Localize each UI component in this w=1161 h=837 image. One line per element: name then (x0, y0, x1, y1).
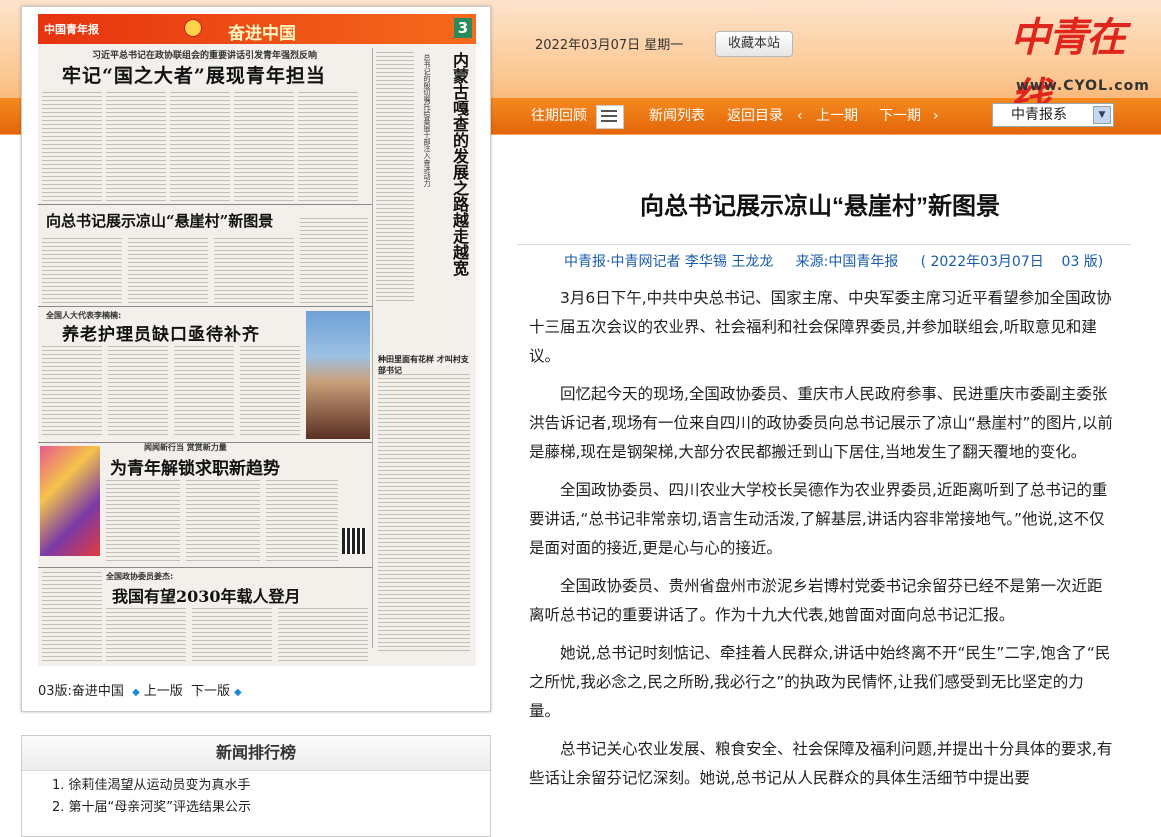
article-paragraph: 总书记关心农业发展、粮食安全、社会保障及福利问题,并提出十分具体的要求,有些话让… (529, 740, 1113, 787)
prev-page-link[interactable]: 上一版 (144, 684, 183, 699)
chevron-down-icon[interactable]: ▼ (1093, 106, 1111, 124)
text-column (300, 218, 368, 304)
article-paragraph: 全国政协委员、贵州省盘州市淤泥乡岩博村党委书记余留芬已经不是第一次近距离听总书记… (529, 577, 1103, 624)
divider (38, 204, 372, 205)
nav-next-issue[interactable]: 下一期 (879, 98, 921, 134)
current-page-label: 03版:奋进中国 (38, 684, 124, 699)
paper-headline-4[interactable]: 为青年解锁求职新趋势 (110, 454, 280, 479)
divider (372, 48, 373, 648)
chevron-right-icon: › (933, 108, 939, 124)
text-column (376, 52, 414, 302)
text-column (186, 480, 260, 564)
text-column (170, 92, 230, 202)
text-column (174, 346, 234, 438)
paper-headline-2[interactable]: 向总书记展示凉山“悬崖村”新图景 (46, 210, 273, 231)
text-column (192, 608, 272, 662)
emblem-icon (184, 19, 202, 37)
page-number: 3 (454, 18, 472, 38)
text-column (106, 92, 166, 202)
news-photo (306, 311, 370, 439)
paper-headline-3[interactable]: 养老护理员缺口亟待补齐 (62, 320, 260, 345)
ranking-title: 新闻排行榜 (22, 736, 490, 771)
newspaper-page-image[interactable]: 中国青年报 奋进中国 3 习近平总书记在政协联组会的重要讲话引发青年强烈反响 牢… (38, 14, 476, 666)
masthead-logo: 中国青年报 (44, 23, 99, 36)
nav-prev-issue[interactable]: 上一期 (816, 98, 858, 134)
text-column (106, 608, 186, 662)
nav-news-list[interactable]: 新闻列表 (649, 98, 705, 134)
select-value: 中青报系 (1011, 107, 1067, 123)
page-navigation: 03版:奋进中国 ◆ 上一版 下一版 ◆ (38, 680, 246, 699)
text-column (278, 608, 368, 662)
article-paragraph: 全国政协委员、四川农业大学校长吴德作为农业界委员,近距离听到了总书记的重要讲话,… (529, 481, 1108, 557)
paper-subtitle: 习近平总书记在政协联组会的重要讲话引发青年强烈反响 (92, 51, 318, 61)
text-column (298, 92, 358, 202)
current-date: 2022年03月07日 星期一 (535, 38, 684, 53)
nav-back-to-toc[interactable]: 返回目录 (727, 98, 783, 134)
chevron-left-icon: ‹ (797, 108, 803, 124)
divider (38, 567, 372, 568)
text-column (42, 572, 102, 662)
article-paragraph: 3月6日下午,中共中央总书记、国家主席、中央军委主席习近平看望参加全国政协十三届… (529, 289, 1112, 365)
article-meta: 中青报·中青网记者 李华锡 王龙龙 来源:中国青年报 ( 2022年03月07日… (564, 254, 1104, 270)
article-title: 向总书记展示凉山“悬崖村”新图景 (640, 193, 1000, 220)
bookmark-button[interactable]: 收藏本站 (715, 31, 793, 57)
paper-select[interactable]: 中青报系 ▼ (992, 103, 1114, 127)
arrow-right-icon: ◆ (233, 687, 242, 698)
paper-kicker-4: 闻闻新行当 赏赏新力量 (144, 443, 227, 452)
text-column (42, 92, 102, 202)
text-column (42, 238, 122, 304)
paper-vertical-headline[interactable]: 内蒙古嘎查的发展之路越走越宽 (442, 52, 469, 276)
paper-kicker-5: 全国政协委员姜杰: (106, 572, 174, 581)
article-paragraph: 她说,总书记时刻惦记、牵挂着人民群众,讲话中始终离不开“民生”二字,饱含了“民之… (529, 644, 1111, 720)
site-logo[interactable]: 中青在线 www.CYOL.com (1010, 8, 1149, 121)
text-column (214, 238, 294, 304)
article-body: 3月6日下午,中共中央总书记、国家主席、中央军委主席习近平看望参加全国政协十三届… (529, 284, 1113, 802)
paper-headline-1[interactable]: 牢记“国之大者”展现青年担当 (62, 61, 326, 88)
news-ranking-panel: 新闻排行榜 1. 徐莉佳渴望从运动员变为真水手 2. 第十届“母亲河奖”评选结果… (21, 735, 491, 837)
text-column (108, 346, 168, 438)
text-column (240, 346, 300, 438)
text-column (266, 480, 338, 564)
text-column (378, 374, 470, 654)
text-column (128, 238, 208, 304)
ranking-item[interactable]: 2. 第十届“母亲河奖”评选结果公示 (22, 797, 490, 819)
section-name: 奋进中国 (228, 24, 296, 44)
text-column (42, 346, 102, 438)
ranking-item[interactable]: 1. 徐莉佳渴望从运动员变为真水手 (22, 775, 490, 797)
next-page-link[interactable]: 下一版 (191, 684, 230, 699)
paper-headline-5[interactable]: 我国有望2030年载人登月 (112, 583, 301, 607)
nav-past-issues[interactable]: 往期回顾 (531, 98, 587, 134)
divider (517, 244, 1131, 245)
arrow-left-icon: ◆ (132, 687, 140, 698)
article-paragraph: 回忆起今天的现场,全国政协委员、重庆市人民政府参事、民进重庆市委副主委张洪告诉记… (529, 385, 1113, 461)
paper-side-title[interactable]: 种田里面有花样 才叫村支部书记 (378, 354, 476, 376)
logo-url: www.CYOL.com (1016, 78, 1150, 94)
qr-code-icon (342, 528, 366, 554)
text-column (234, 92, 294, 202)
list-icon[interactable] (596, 105, 624, 129)
divider (38, 306, 372, 307)
page-masthead: 中国青年报 奋进中国 3 (38, 14, 476, 44)
news-photo (40, 446, 100, 556)
paper-vertical-subtitle: 总书记的殷切嘱托给基层干部注入奋进动力 (423, 54, 431, 187)
text-column (106, 480, 180, 564)
